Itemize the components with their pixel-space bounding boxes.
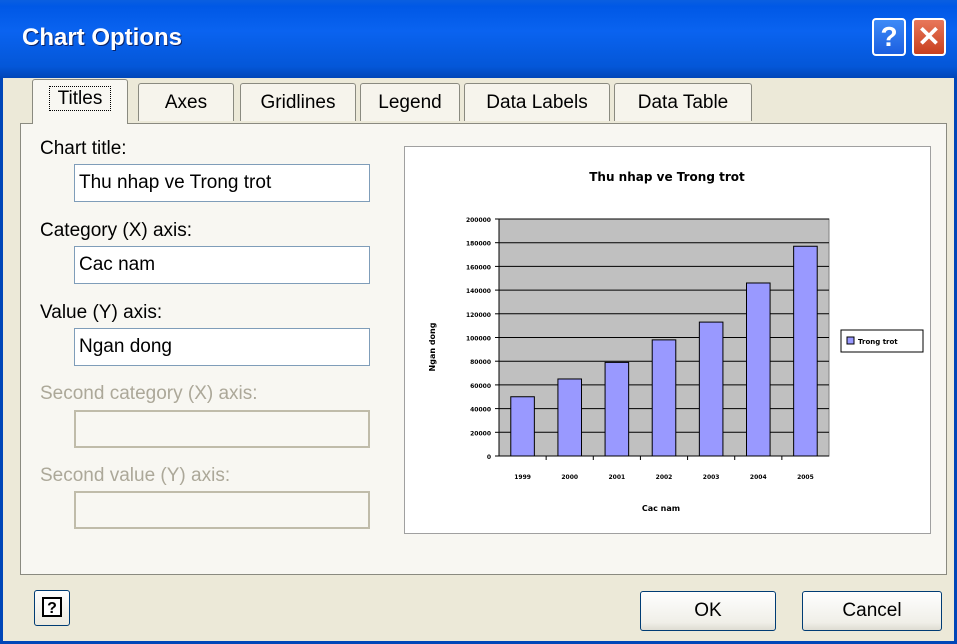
y-tick-label: 140000 — [466, 288, 491, 295]
y-tick-label: 40000 — [470, 407, 491, 414]
bar — [557, 378, 583, 457]
tab-titles[interactable]: Titles — [32, 79, 128, 124]
bar — [510, 396, 535, 457]
help-question-icon: ? — [42, 597, 62, 617]
tab-data-table[interactable]: Data Table — [614, 83, 752, 121]
x-tick-label: 1999 — [514, 474, 531, 481]
bar — [793, 245, 818, 457]
y-tick-label: 160000 — [466, 264, 491, 271]
chart-preview: Thu nhap ve Trong trot 0 20000 40000 60000 8… — [404, 146, 931, 534]
bar — [651, 339, 677, 457]
y-axis-title: Ngan dong — [428, 322, 437, 371]
plot-area: 0 20000 40000 60000 80000 100000 120000 140000 1… — [466, 217, 830, 481]
second-category-axis-input — [74, 410, 370, 448]
window-title: Chart Options — [22, 24, 182, 51]
chart-title: Thu nhap ve Trong trot — [589, 170, 745, 184]
bar — [698, 321, 724, 457]
bar — [604, 361, 630, 457]
value-axis-label: Value (Y) axis: — [40, 302, 163, 323]
legend-label: Trong trot — [858, 338, 898, 346]
cancel-button[interactable]: Cancel — [802, 591, 942, 631]
category-axis-input[interactable] — [74, 246, 370, 284]
chart-svg: Thu nhap ve Trong trot 0 20000 40000 60000 8… — [428, 170, 924, 513]
legend: Trong trot — [840, 329, 924, 353]
x-tick-label: 2003 — [703, 474, 720, 481]
x-tick-label: 2001 — [609, 474, 626, 481]
tab-titles-label: Titles — [48, 86, 112, 111]
second-value-axis-label: Second value (Y) axis: — [40, 465, 231, 486]
second-category-axis-label: Second category (X) axis: — [40, 383, 258, 404]
y-tick-label: 100000 — [466, 336, 491, 343]
chart-title-label: Chart title: — [40, 138, 127, 159]
tab-gridlines[interactable]: Gridlines — [240, 83, 356, 121]
value-axis-input[interactable] — [74, 328, 370, 366]
second-value-axis-input — [74, 491, 370, 529]
x-tick-label: 2000 — [561, 474, 578, 481]
y-tick-label: 80000 — [470, 359, 491, 366]
tab-axes[interactable]: Axes — [138, 83, 234, 121]
category-axis-label: Category (X) axis: — [40, 220, 193, 241]
tab-data-labels[interactable]: Data Labels — [464, 83, 610, 121]
close-icon[interactable]: ✕ — [912, 18, 946, 56]
x-axis-title: Cac nam — [642, 504, 680, 513]
help-button[interactable]: ? — [34, 590, 70, 626]
help-icon[interactable]: ? — [872, 18, 906, 56]
tab-legend[interactable]: Legend — [360, 83, 460, 121]
legend-swatch — [846, 336, 855, 345]
ok-button[interactable]: OK — [640, 591, 776, 631]
y-tick-label: 20000 — [470, 430, 491, 437]
chart-title-input[interactable] — [74, 164, 370, 202]
x-tick-label: 2002 — [656, 474, 673, 481]
x-tick-label: 2004 — [750, 474, 767, 481]
y-tick-label: 0 — [487, 454, 491, 461]
title-bar: Chart Options ? ✕ — [0, 0, 957, 78]
y-tick-label: 120000 — [466, 312, 491, 319]
x-tick-label: 2005 — [797, 474, 814, 481]
y-tick-label: 180000 — [466, 241, 491, 248]
y-tick-label: 60000 — [470, 383, 491, 390]
bar — [746, 282, 771, 457]
y-tick-label: 200000 — [466, 217, 491, 224]
